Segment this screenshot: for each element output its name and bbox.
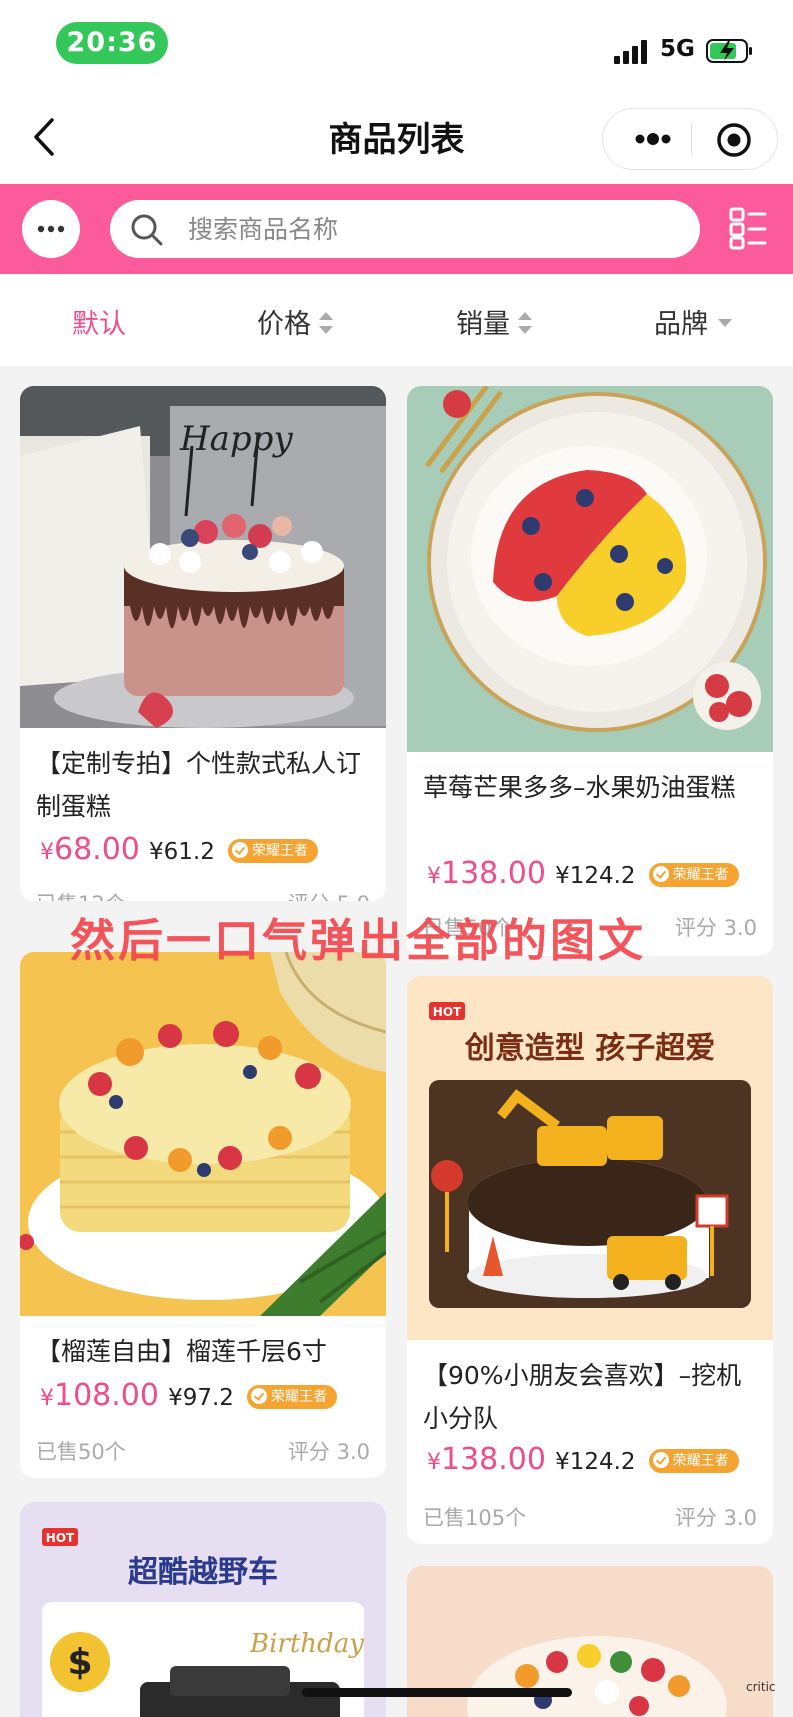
check-icon bbox=[652, 1452, 669, 1468]
signal-icon bbox=[614, 40, 650, 64]
menu-button[interactable] bbox=[22, 200, 80, 258]
currency-symbol: ¥ bbox=[40, 840, 54, 865]
home-indicator bbox=[302, 1688, 572, 1697]
price-row: ¥138.00 ¥124.2 荣耀王者 bbox=[427, 856, 739, 896]
product-card[interactable]: 【榴莲自由】榴莲千层6寸 ¥108.00 ¥97.2 荣耀王者 已售50个 评分… bbox=[20, 952, 386, 1478]
vip-badge: 荣耀王者 bbox=[648, 863, 739, 887]
check-icon bbox=[251, 1388, 268, 1404]
check-icon bbox=[652, 866, 669, 882]
filter-default[interactable]: 默认 bbox=[72, 302, 126, 341]
member-price: ¥97.2 bbox=[168, 1385, 234, 1411]
search-box[interactable] bbox=[110, 200, 700, 258]
product-title: 【90%小朋友会喜欢】–挖机小分队 bbox=[423, 1361, 742, 1433]
search-icon bbox=[131, 214, 163, 246]
meta-row: 已售50个 评分 3.0 bbox=[36, 1436, 370, 1466]
rating: 评分 5.0 bbox=[288, 888, 370, 901]
layout-toggle-button[interactable] bbox=[728, 206, 768, 250]
more-menu-button[interactable] bbox=[631, 109, 681, 169]
product-title: 【榴莲自由】榴莲千层6寸 bbox=[36, 1337, 327, 1366]
vip-badge-label: 荣耀王者 bbox=[271, 1389, 328, 1405]
price-row: ¥68.00 ¥61.2 荣耀王者 bbox=[40, 832, 318, 872]
list-grid-icon bbox=[729, 207, 767, 250]
product-image: HOT 创意造型 孩子超爱 bbox=[407, 976, 773, 1340]
member-price: ¥124.2 bbox=[555, 1449, 636, 1475]
product-card[interactable]: HOT 超酷越野车 Birthday $ bbox=[20, 1502, 386, 1717]
member-price: ¥61.2 bbox=[148, 839, 215, 865]
svg-text:$: $ bbox=[67, 1642, 92, 1683]
rating: 评分 3.0 bbox=[287, 1440, 370, 1464]
currency-symbol: ¥ bbox=[427, 864, 441, 889]
filter-default-label: 默认 bbox=[72, 309, 126, 340]
watermark: critic bbox=[746, 1680, 776, 1694]
sort-arrows-icon bbox=[518, 311, 532, 335]
image-headline: 创意造型 孩子超爱 bbox=[464, 1031, 715, 1066]
overlay-caption: 然后一口气弹出全部的图文 bbox=[70, 914, 647, 967]
price-row: ¥138.00 ¥124.2 荣耀王者 bbox=[427, 1442, 739, 1482]
product-title: 草莓芒果多多–水果奶油蛋糕 bbox=[423, 773, 736, 802]
miniapp-capsule bbox=[602, 108, 778, 170]
svg-text:Happy: Happy bbox=[179, 419, 293, 459]
target-icon bbox=[717, 123, 751, 157]
member-price: ¥124.2 bbox=[555, 863, 636, 889]
meta-row: 已售12个 评分 5.0 bbox=[36, 888, 370, 901]
image-headline: 超酷越野车 bbox=[128, 1555, 278, 1590]
sort-arrows-icon bbox=[319, 311, 333, 335]
rating: 评分 3.0 bbox=[674, 1506, 757, 1530]
vip-badge-label: 荣耀王者 bbox=[672, 867, 729, 883]
sold-count: 已售105个 bbox=[423, 1506, 527, 1530]
close-miniapp-button[interactable] bbox=[715, 121, 753, 159]
product-price: 138.00 bbox=[441, 856, 546, 891]
network-label: 5G bbox=[660, 36, 695, 62]
vip-badge-label: 荣耀王者 bbox=[251, 843, 308, 859]
product-image bbox=[407, 386, 773, 752]
product-price: 108.00 bbox=[54, 1378, 159, 1413]
capsule-divider bbox=[691, 123, 692, 155]
product-price: 68.00 bbox=[54, 832, 140, 867]
search-input[interactable] bbox=[188, 210, 668, 248]
currency-symbol: ¥ bbox=[427, 1450, 441, 1475]
nav-bar: 商品列表 bbox=[0, 92, 793, 184]
dropdown-caret-icon bbox=[718, 318, 732, 327]
filter-sales[interactable]: 销量 bbox=[456, 302, 532, 341]
product-card[interactable]: HOT 创意造型 孩子超爱 【90%小朋友会喜欢】–挖机小分队 ¥138.00 … bbox=[407, 976, 773, 1544]
battery-icon bbox=[706, 38, 754, 64]
product-image bbox=[20, 952, 386, 1316]
filter-sales-label: 销量 bbox=[456, 309, 510, 340]
vip-badge-label: 荣耀王者 bbox=[672, 1453, 729, 1469]
price-row: ¥108.00 ¥97.2 荣耀王者 bbox=[40, 1378, 338, 1418]
product-price: 138.00 bbox=[441, 1442, 546, 1477]
filter-brand[interactable]: 品牌 bbox=[654, 302, 732, 341]
product-title: 【定制专拍】个性款式私人订制蛋糕 bbox=[36, 749, 362, 821]
filter-price[interactable]: 价格 bbox=[257, 302, 333, 341]
currency-symbol: ¥ bbox=[40, 1386, 54, 1411]
meta-row: 已售105个 评分 3.0 bbox=[423, 1502, 757, 1532]
sold-count: 已售12个 bbox=[36, 892, 126, 901]
product-card[interactable]: Happy 【定制专拍】个性款式私人订制蛋糕 ¥68.00 ¥61.2 荣耀王者… bbox=[20, 386, 386, 901]
product-image: HOT 超酷越野车 Birthday $ bbox=[20, 1502, 386, 1717]
more-dots-icon bbox=[635, 133, 671, 145]
svg-text:Birthday: Birthday bbox=[249, 1629, 364, 1659]
ellipsis-icon bbox=[37, 225, 65, 233]
vip-badge: 荣耀王者 bbox=[227, 839, 318, 863]
filter-bar: 默认 价格 销量 品牌 bbox=[0, 274, 793, 366]
vip-badge: 荣耀王者 bbox=[648, 1449, 739, 1473]
filter-brand-label: 品牌 bbox=[654, 309, 708, 340]
product-image: Happy bbox=[20, 386, 386, 728]
filter-price-label: 价格 bbox=[257, 309, 311, 340]
vip-badge: 荣耀王者 bbox=[247, 1385, 338, 1409]
image-tag: HOT bbox=[46, 1531, 75, 1545]
search-band bbox=[0, 184, 793, 274]
image-tag: HOT bbox=[433, 1005, 462, 1019]
product-card[interactable]: 草莓芒果多多–水果奶油蛋糕 ¥138.00 ¥124.2 荣耀王者 已售50个 … bbox=[407, 386, 773, 956]
sold-count: 已售50个 bbox=[36, 1440, 126, 1464]
status-time: 20:36 bbox=[56, 22, 168, 64]
status-bar: 20:36 5G bbox=[0, 0, 793, 92]
check-icon bbox=[231, 842, 248, 858]
